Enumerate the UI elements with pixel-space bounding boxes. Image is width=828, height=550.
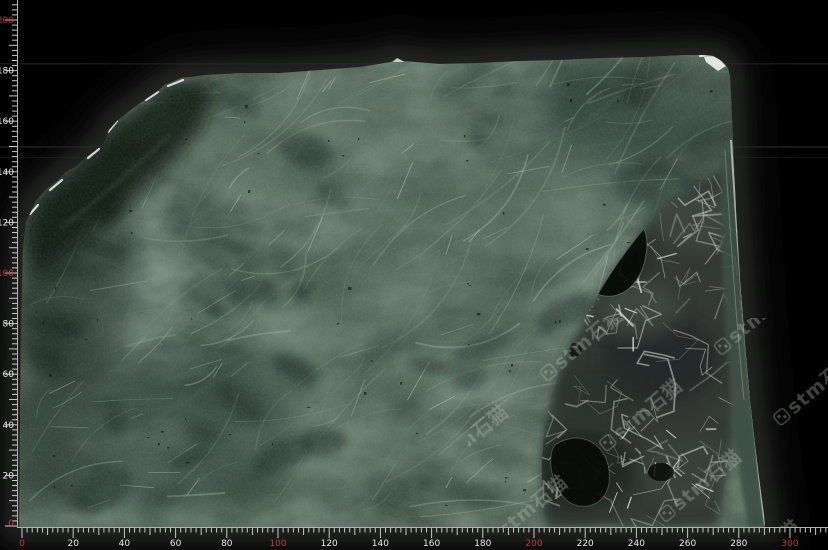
ruler-label: 80 <box>221 539 233 549</box>
ruler-label: 60 <box>170 539 182 549</box>
slab-scan-canvas: stm石猫02040608010012014016018020002040608… <box>0 0 828 550</box>
ruler-label: 100 <box>269 539 286 549</box>
ruler-label: 220 <box>577 539 594 549</box>
ruler-label: 240 <box>628 539 645 549</box>
ruler-label: 80 <box>3 320 15 330</box>
ruler-label: 60 <box>3 370 15 380</box>
ruler-label: 100 <box>0 269 14 279</box>
ruler-label: 280 <box>730 539 747 549</box>
ruler-label: 120 <box>321 539 338 549</box>
ruler-label: 300 <box>781 539 798 549</box>
ruler-label: 200 <box>525 539 542 549</box>
ruler-label: 0 <box>19 539 25 549</box>
ruler-label: 160 <box>0 117 14 127</box>
ruler-label: 40 <box>119 539 131 549</box>
ruler-label: 200 <box>0 16 14 26</box>
ruler-label: 160 <box>423 539 440 549</box>
ruler-label: 140 <box>372 539 389 549</box>
ruler-label: 20 <box>3 471 15 481</box>
ruler-label: 40 <box>3 421 15 431</box>
slab-scan-viewer: stm石猫02040608010012014016018020002040608… <box>0 0 828 550</box>
ruler-label: 120 <box>0 218 14 228</box>
ruler-label: 180 <box>474 539 491 549</box>
ruler-label: 0 <box>8 519 14 529</box>
watermark-layer <box>468 318 828 527</box>
ruler-label: 260 <box>679 539 696 549</box>
ruler-label: 180 <box>0 67 14 77</box>
ruler-label: 140 <box>0 168 14 178</box>
ruler-label: 20 <box>67 539 79 549</box>
